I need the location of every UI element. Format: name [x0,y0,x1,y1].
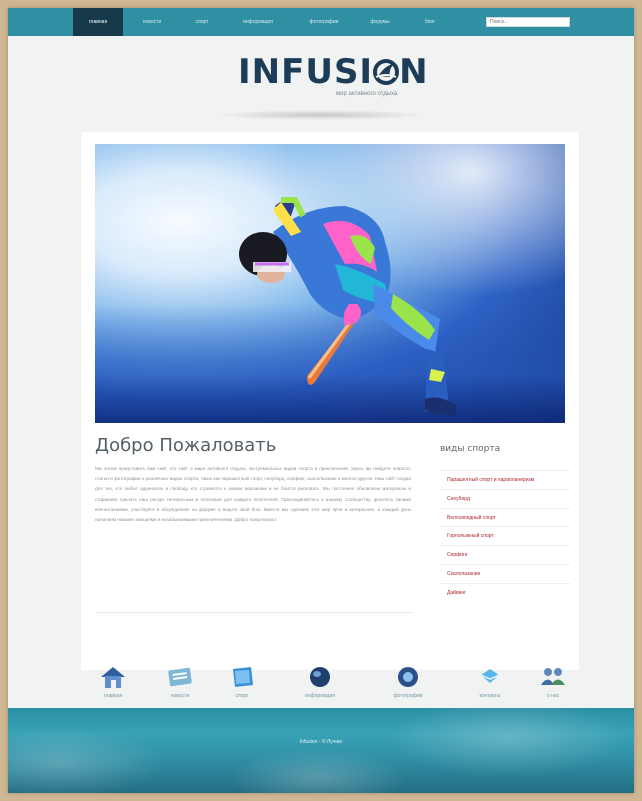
iconbar-label: главная [103,693,123,699]
iconbar-item-sport[interactable]: спорт [212,665,272,699]
page-title: Добро Пожаловать [95,435,277,456]
nav-item-forums[interactable]: форумы [358,8,402,36]
globe-icon [310,667,330,687]
camera-icon [398,667,418,687]
nav-item-news[interactable]: новости [130,8,174,36]
page-frame: главная новости спорт информация фотогра… [8,8,634,793]
divider [95,612,413,613]
logo-shadow [213,110,428,120]
sidebar-item-parachuting[interactable]: Парашютный спорт и парапланеризм [440,470,570,489]
sidebar-menu: Парашютный спорт и парапланеризм Сноубор… [440,470,570,602]
iconbar-label: спорт [235,693,249,699]
house-icon [101,667,125,688]
iconbar-item-info[interactable]: информация [290,665,350,699]
sidebar-item-climbing[interactable]: Скалолазание [440,563,570,583]
iconbar-label: фотографии [393,693,423,699]
sidebar-item-surfing[interactable]: Серфинг [440,545,570,564]
iconbar-item-photos[interactable]: фотографии [378,665,438,699]
search-input[interactable] [486,17,570,27]
iconbar-item-news[interactable]: новости [150,665,210,699]
sidebar-item-diving[interactable]: Дайвинг [440,582,570,602]
hero-image [95,144,565,423]
logo-tagline: мир активного отдыха [336,91,398,97]
sidebar-item-cycling[interactable]: Велосипедный спорт [440,507,570,527]
nav-item-photos[interactable]: фотографии [296,8,352,36]
folder-icon [233,667,253,687]
top-navigation: главная новости спорт информация фотогра… [8,8,634,36]
newspaper-icon [168,667,192,687]
skydiver-illustration [239,197,457,416]
sidebar-item-skiing[interactable]: Горнолыжный спорт [440,526,570,545]
welcome-paragraph: Мы хотим представить вам сайт, это сайт … [95,466,411,523]
iconbar-label: информация [305,693,335,699]
sidebar-title: виды спорта [440,444,501,454]
copyright-text: Infusion - © Лучше [299,739,343,745]
envelope-icon [480,669,500,683]
iconbar-item-contacts[interactable]: контакты [460,665,520,699]
footer [8,698,634,793]
nav-item-info[interactable]: информация [230,8,286,36]
shark-fin-icon [373,59,400,85]
site-logo[interactable]: INFUSI N [238,52,429,92]
logo-text-right: N [399,52,429,92]
nav-item-sport[interactable]: спорт [180,8,224,36]
nav-item-home[interactable]: главная [73,8,123,36]
nav-item-blog[interactable]: блог [408,8,452,36]
iconbar-item-home[interactable]: главная [83,665,143,699]
iconbar-label: новости [170,693,190,699]
iconbar-item-about[interactable]: о нас [523,665,583,699]
people-icon [541,668,565,685]
logo-text-left: INFUSI [238,52,374,92]
sidebar-item-snowboard[interactable]: Сноуборд [440,488,570,508]
